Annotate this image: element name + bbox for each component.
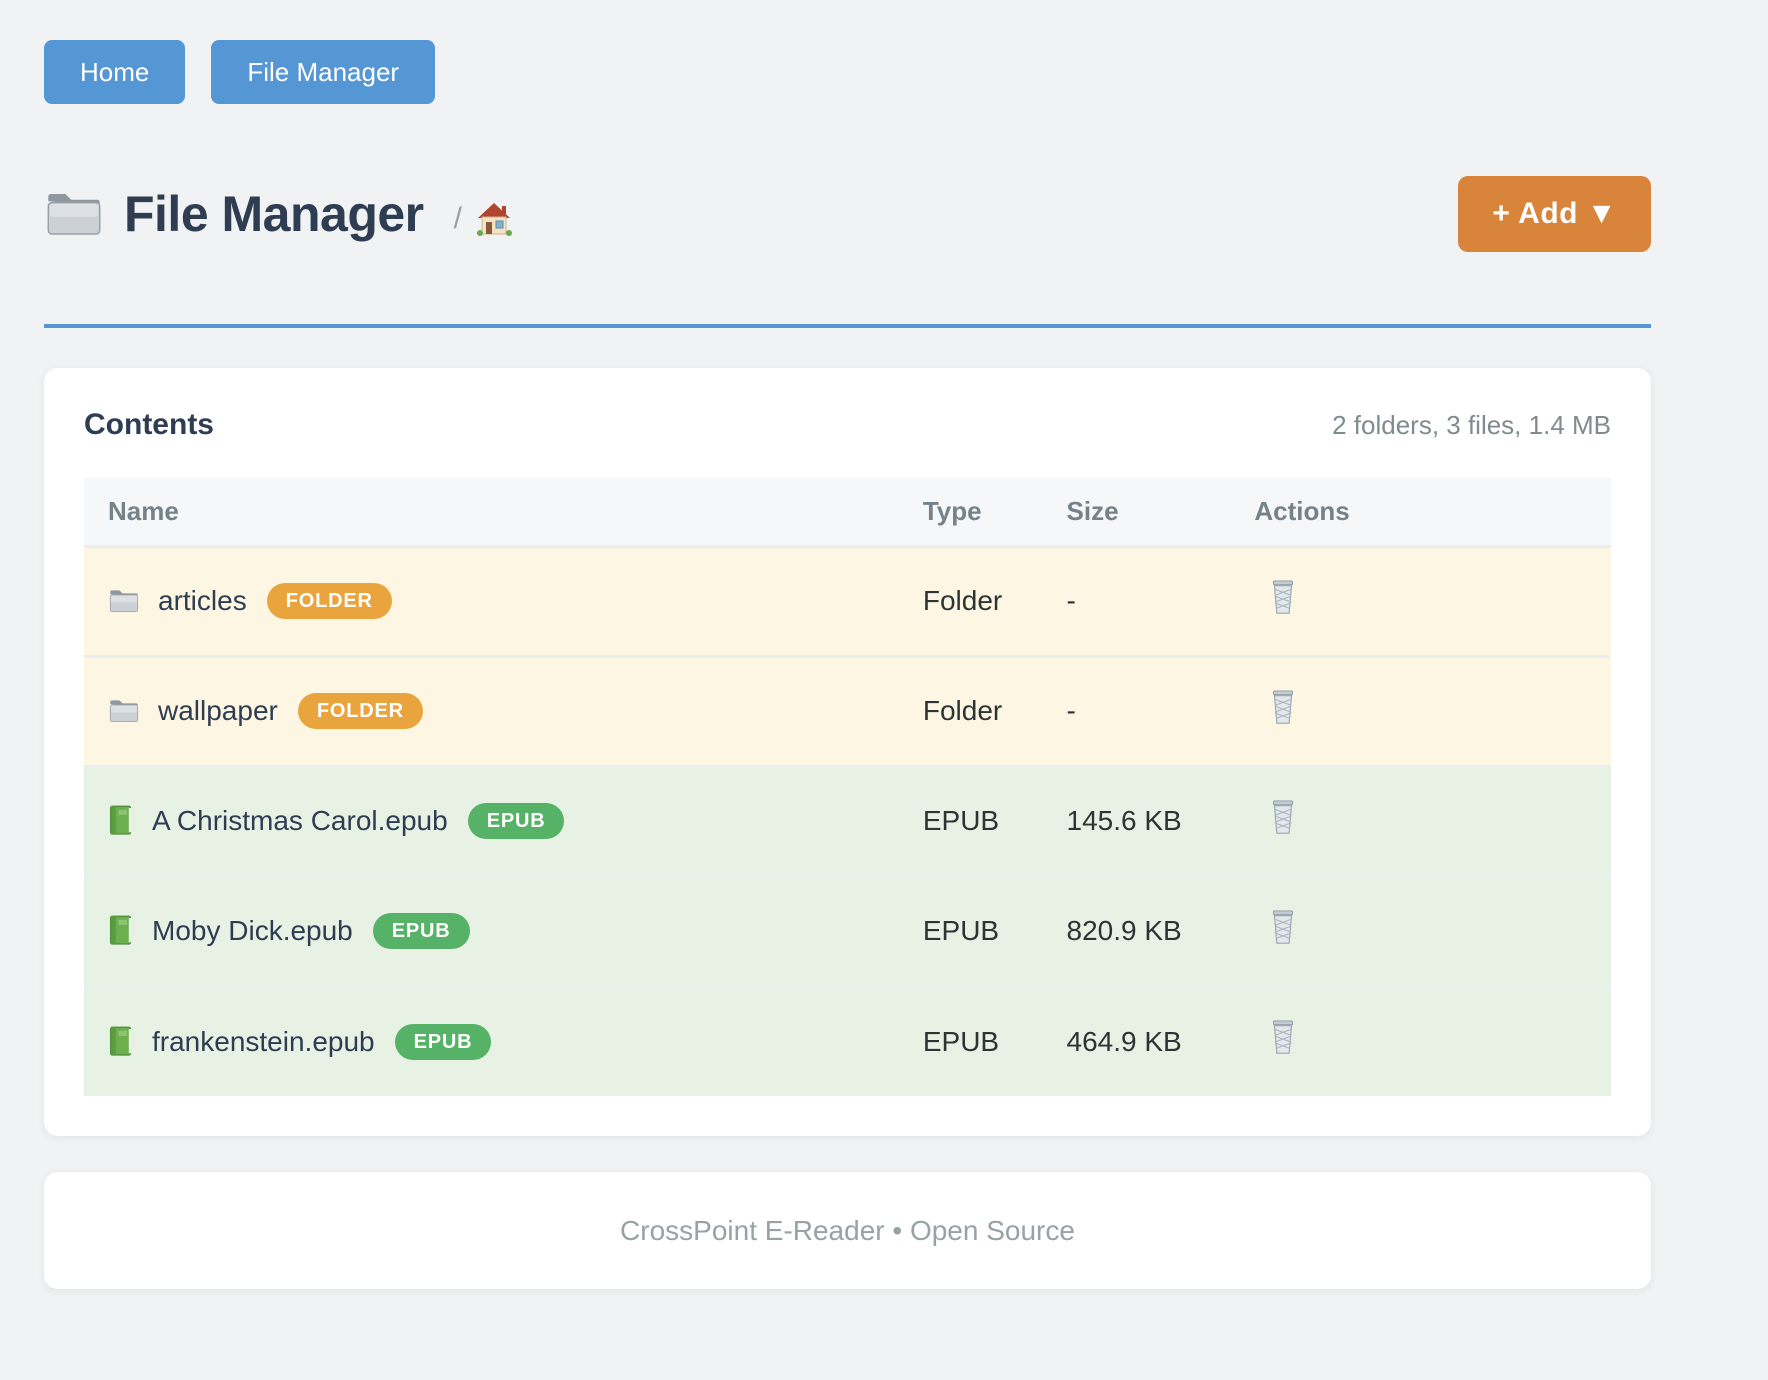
table-body: articles FOLDER Folder - wallpaper FOLDE… [84, 546, 1611, 1096]
file-type: EPUB [923, 766, 1067, 876]
file-size: 820.9 KB [1067, 876, 1255, 986]
page-header: File Manager / + Add ▼ [44, 174, 1651, 254]
file-name[interactable]: Moby Dick.epub [152, 915, 353, 947]
table-row[interactable]: wallpaper FOLDER Folder - [84, 656, 1611, 766]
contents-summary: 2 folders, 3 files, 1.4 MB [1332, 410, 1611, 441]
file-table: Name Type Size Actions articles FOLDER F… [84, 478, 1611, 1096]
trash-icon [1268, 690, 1298, 726]
column-header-actions: Actions [1254, 478, 1611, 546]
delete-button[interactable] [1268, 910, 1298, 946]
contents-card: Contents 2 folders, 3 files, 1.4 MB Name… [44, 368, 1651, 1136]
green-book-icon [108, 915, 134, 947]
delete-button[interactable] [1268, 800, 1298, 836]
file-size: - [1067, 546, 1255, 656]
file-size: 464.9 KB [1067, 986, 1255, 1096]
add-button[interactable]: + Add ▼ [1458, 176, 1651, 252]
top-nav: Home File Manager [44, 40, 1651, 104]
table-row[interactable]: frankenstein.epub EPUB EPUB 464.9 KB [84, 986, 1611, 1096]
trash-icon [1268, 580, 1298, 616]
page-title: File Manager [124, 185, 424, 243]
type-badge: EPUB [468, 803, 565, 839]
table-header-row: Name Type Size Actions [84, 478, 1611, 546]
folder-icon [108, 586, 140, 616]
column-header-name: Name [84, 478, 923, 546]
type-badge: EPUB [395, 1024, 492, 1060]
green-book-icon [108, 1026, 134, 1058]
footer-text: CrossPoint E-Reader • Open Source [620, 1215, 1075, 1247]
breadcrumb: / [454, 201, 512, 237]
file-size: - [1067, 656, 1255, 766]
file-name[interactable]: frankenstein.epub [152, 1026, 375, 1058]
file-manager-button[interactable]: File Manager [211, 40, 435, 104]
page: Home File Manager File Manager / + Add ▼… [44, 0, 1651, 1289]
folder-icon [44, 188, 104, 240]
table-row[interactable]: Moby Dick.epub EPUB EPUB 820.9 KB [84, 876, 1611, 986]
trash-icon [1268, 800, 1298, 836]
header-divider [44, 324, 1651, 328]
contents-card-header: Contents 2 folders, 3 files, 1.4 MB [84, 408, 1611, 442]
footer: CrossPoint E-Reader • Open Source [44, 1172, 1651, 1289]
file-size: 145.6 KB [1067, 766, 1255, 876]
delete-button[interactable] [1268, 690, 1298, 726]
green-book-icon [108, 805, 134, 837]
trash-icon [1268, 1020, 1298, 1056]
file-name[interactable]: A Christmas Carol.epub [152, 805, 448, 837]
type-badge: EPUB [373, 913, 470, 949]
table-row[interactable]: A Christmas Carol.epub EPUB EPUB 145.6 K… [84, 766, 1611, 876]
breadcrumb-separator: / [454, 202, 462, 236]
house-icon[interactable] [476, 201, 512, 237]
table-row[interactable]: articles FOLDER Folder - [84, 546, 1611, 656]
trash-icon [1268, 910, 1298, 946]
delete-button[interactable] [1268, 1020, 1298, 1056]
type-badge: FOLDER [267, 583, 392, 619]
file-type: EPUB [923, 876, 1067, 986]
type-badge: FOLDER [298, 693, 423, 729]
delete-button[interactable] [1268, 580, 1298, 616]
contents-heading: Contents [84, 408, 214, 442]
file-type: Folder [923, 656, 1067, 766]
folder-icon [108, 696, 140, 726]
file-name[interactable]: articles [158, 585, 247, 617]
column-header-size: Size [1067, 478, 1255, 546]
home-button[interactable]: Home [44, 40, 185, 104]
file-name[interactable]: wallpaper [158, 695, 278, 727]
column-header-type: Type [923, 478, 1067, 546]
file-type: Folder [923, 546, 1067, 656]
file-type: EPUB [923, 986, 1067, 1096]
